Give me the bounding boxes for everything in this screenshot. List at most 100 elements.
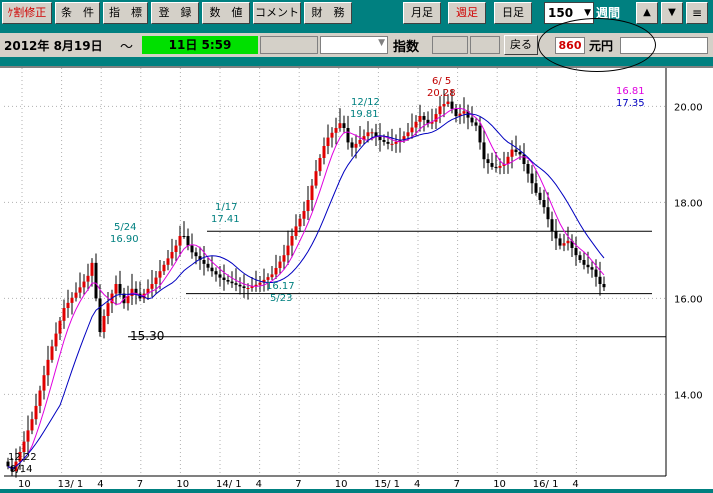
candle-body: [590, 267, 594, 270]
finance-button[interactable]: 財 務: [304, 2, 352, 24]
candle-body: [438, 106, 442, 115]
candle-body: [326, 137, 330, 146]
candle-body: [182, 236, 186, 237]
candle-body: [174, 245, 178, 252]
candle-body: [118, 284, 122, 294]
candle-body: [450, 101, 454, 109]
register-button[interactable]: 登 録: [151, 2, 199, 24]
candle-body: [346, 128, 350, 143]
candle-body: [98, 298, 102, 332]
candle-body: [150, 284, 154, 289]
split-adjust-button[interactable]: ｹ割修正: [2, 2, 52, 24]
candle-body: [114, 284, 118, 294]
x-tick-label: 4: [414, 479, 420, 489]
comment-button[interactable]: コメント: [253, 2, 301, 24]
index-field-2: [470, 36, 500, 54]
candle-body: [338, 123, 342, 128]
numeric-button[interactable]: 数 値: [202, 2, 250, 24]
candle-body: [38, 390, 42, 406]
candle-body: [354, 143, 358, 148]
x-tick-label: 4: [572, 479, 578, 489]
candle-body: [34, 405, 38, 420]
candle-body: [578, 255, 582, 260]
candle-body: [190, 245, 194, 253]
x-tick-label: 10: [18, 479, 31, 489]
candle-body: [390, 143, 394, 145]
empty-field: [260, 36, 318, 54]
candle-body: [186, 236, 190, 246]
candle-body: [322, 146, 326, 158]
candle-body: [542, 200, 546, 208]
candle-body: [474, 122, 478, 126]
x-tick-label: 7: [137, 479, 143, 489]
candle-body: [258, 282, 262, 285]
candle-body: [194, 252, 198, 257]
candle-body: [470, 117, 474, 123]
candle-body: [582, 260, 586, 265]
candle-body: [598, 276, 602, 284]
candle-body: [342, 123, 346, 128]
y-tick-label: 16.00: [674, 294, 703, 305]
indicator-button[interactable]: 指 標: [103, 2, 148, 24]
candle-body: [230, 281, 234, 284]
annotation-peak3-date: 12/12: [351, 97, 380, 108]
candle-body: [366, 132, 370, 137]
candle-body: [154, 277, 158, 284]
candle-body: [522, 154, 526, 164]
candle-body: [510, 149, 514, 157]
duration-display: 11日 5:59: [142, 36, 258, 54]
annotation-trough2-date: 5/23: [270, 293, 292, 304]
candle-body: [442, 104, 446, 107]
candle-body: [70, 297, 74, 303]
weekly-button[interactable]: 週足: [448, 2, 486, 24]
candle-body: [202, 260, 206, 264]
candle-body: [306, 200, 310, 212]
candle-body: [290, 236, 294, 246]
x-tick-label: 14/ 1: [216, 479, 242, 489]
legend-ma-long: 17.35: [616, 98, 645, 109]
candle-body: [538, 192, 542, 200]
candle-body: [286, 245, 290, 256]
hamburger-icon[interactable]: ≡: [686, 2, 708, 24]
candle-body: [534, 183, 538, 193]
candle-body: [66, 302, 70, 308]
candle-body: [82, 281, 86, 288]
daily-button[interactable]: 日足: [494, 2, 532, 24]
candle-body: [422, 116, 426, 120]
triangle-up-icon[interactable]: ▲: [636, 2, 658, 24]
monthly-button[interactable]: 月足: [403, 2, 441, 24]
candle-body: [410, 127, 414, 133]
candle-body: [586, 264, 590, 268]
market-select[interactable]: ▼: [320, 36, 388, 54]
chevron-down-icon: ▼: [378, 38, 385, 48]
candle-body: [334, 128, 338, 133]
candle-body: [214, 271, 218, 275]
candle-body: [530, 173, 534, 184]
condition-button[interactable]: 条 件: [55, 2, 100, 24]
y-tick-label: 18.00: [674, 198, 703, 209]
legend-ma-short: 16.81: [616, 86, 645, 97]
x-tick-label: 13/ 1: [58, 479, 84, 489]
candle-body: [158, 271, 162, 278]
candle-body: [318, 158, 322, 172]
index-label: 指数: [393, 40, 420, 55]
candle-body: [238, 284, 242, 287]
candle-body: [498, 165, 502, 168]
candle-body: [526, 164, 530, 174]
index-field: [432, 36, 468, 54]
annotation-peak1-value: 16.90: [110, 234, 139, 245]
candle-body: [478, 125, 482, 143]
y-tick-label: 20.00: [674, 102, 703, 113]
candle-body: [46, 359, 50, 376]
annotation-peak1-date: 5/24: [114, 222, 136, 233]
back-button[interactable]: 戻る: [504, 35, 538, 55]
candle-body: [446, 101, 450, 104]
candle-body: [574, 248, 578, 256]
candle-body: [554, 231, 558, 239]
candle-body: [382, 140, 386, 142]
candle-body: [298, 218, 302, 227]
candle-body: [594, 269, 598, 277]
candle-body: [518, 152, 522, 155]
candle-body: [350, 142, 354, 148]
triangle-down-icon[interactable]: ▼: [661, 2, 683, 24]
